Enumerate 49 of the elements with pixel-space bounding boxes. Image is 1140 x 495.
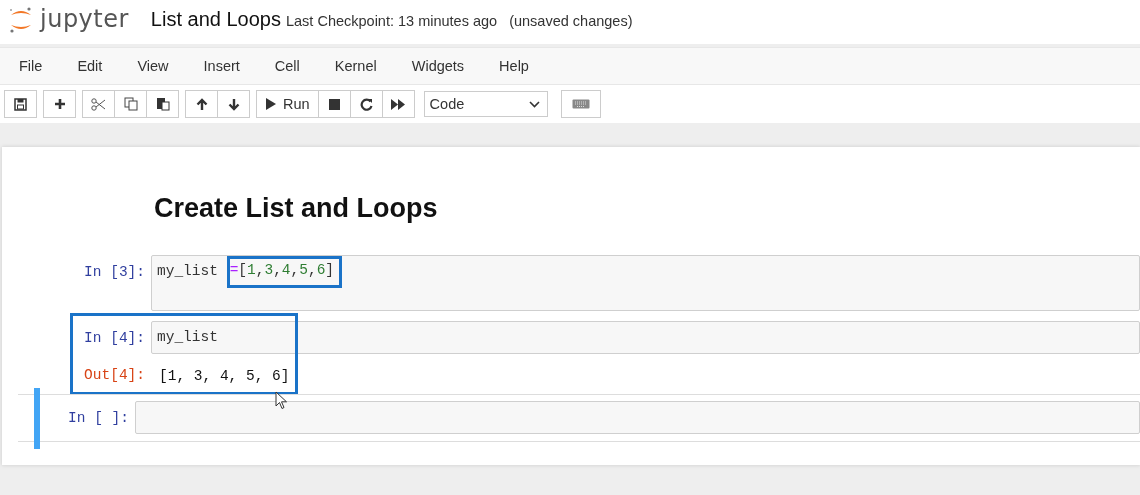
code-input[interactable]: my_list =[1,3,4,5,6]	[151, 255, 1140, 311]
notebook-name[interactable]: List and Loops	[150, 7, 281, 31]
cut-button[interactable]	[82, 90, 115, 118]
fast-forward-icon	[391, 98, 406, 110]
input-prompt: In [4]:	[83, 329, 146, 346]
scissors-icon	[91, 97, 106, 111]
input-prompt: In [3]:	[83, 263, 146, 280]
restart-icon	[359, 97, 373, 111]
cell-type-dropdown[interactable]: Code	[423, 91, 548, 117]
stop-icon	[328, 98, 340, 110]
menu-item[interactable]: Insert	[192, 58, 251, 74]
menu-item[interactable]: View	[126, 58, 180, 74]
arrow-up-icon	[195, 97, 208, 111]
menu-item[interactable]: Cell	[263, 58, 311, 74]
output-text: [1, 3, 4, 5, 6]	[158, 367, 290, 384]
code-text: my_list	[157, 263, 219, 279]
restart-button[interactable]	[349, 90, 383, 118]
code-input[interactable]: my_list	[151, 321, 1140, 354]
menu-item[interactable]: Kernel	[323, 58, 388, 74]
plus-icon	[53, 98, 66, 110]
markdown-heading: Create List and Loops	[154, 193, 439, 224]
menu-item[interactable]: Edit	[66, 58, 114, 74]
output-prompt: Out[4]:	[83, 366, 146, 383]
menu-item[interactable]: Widgets	[400, 58, 476, 74]
save-button[interactable]	[4, 90, 37, 118]
keyboard-button[interactable]	[560, 90, 601, 118]
paste-button[interactable]	[146, 90, 179, 118]
menu-item[interactable]: File	[8, 58, 54, 74]
logo-text: jupyter	[40, 5, 129, 33]
save-status: (unsaved changes)	[509, 12, 633, 29]
play-icon	[265, 98, 276, 110]
mouse-cursor-icon	[275, 391, 288, 410]
add-button[interactable]	[43, 90, 76, 118]
up-button[interactable]	[185, 90, 218, 118]
menu-item[interactable]: Help	[488, 58, 540, 74]
keyboard-icon	[571, 99, 590, 109]
arrow-down-icon	[227, 97, 240, 111]
chevron-down-icon	[528, 100, 540, 108]
stop-button[interactable]	[317, 90, 351, 118]
code-text: =[1,3,4,5,6]	[229, 262, 335, 278]
copy-icon	[123, 97, 138, 111]
fast-forward-button[interactable]	[381, 90, 415, 118]
input-prompt: In [ ]:	[67, 409, 130, 426]
code-text: my_list	[157, 329, 218, 345]
paste-icon	[155, 97, 170, 111]
run-button[interactable]: Run	[256, 90, 319, 118]
code-input[interactable]	[135, 401, 1140, 434]
checkpoint-text: Last Checkpoint: 13 minutes ago	[285, 12, 498, 29]
down-button[interactable]	[217, 90, 250, 118]
